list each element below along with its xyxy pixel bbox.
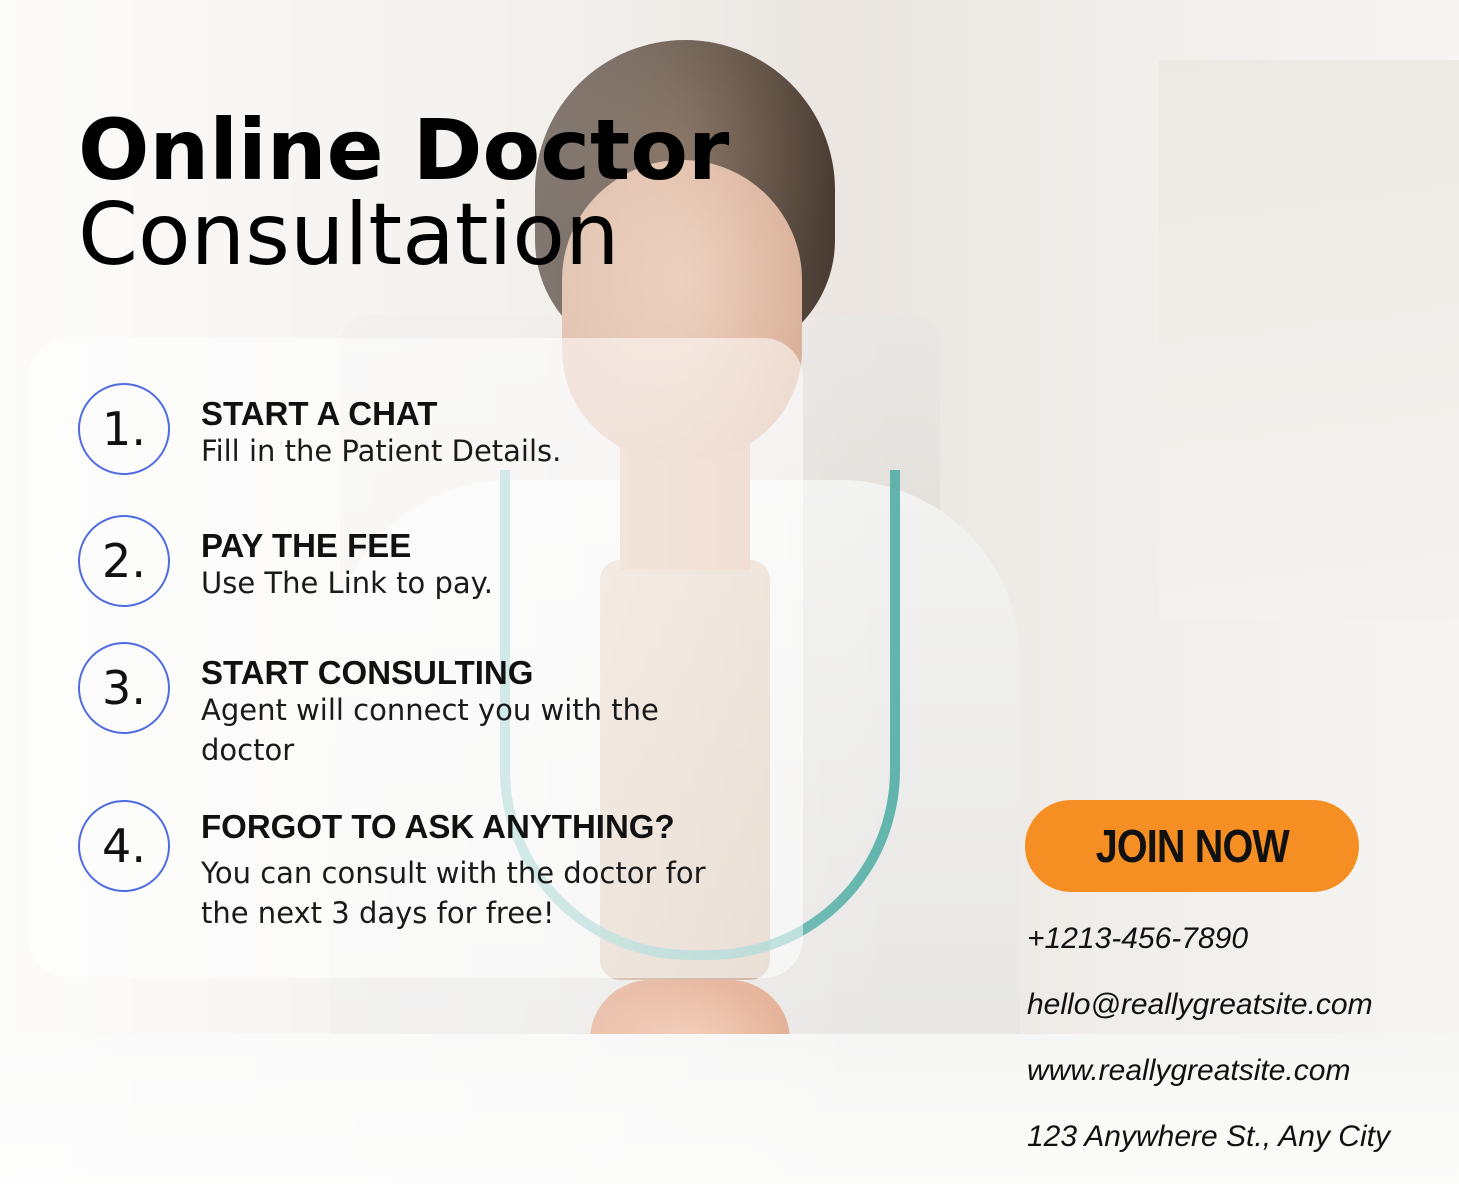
step-heading: START CONSULTING (201, 654, 534, 691)
contact-address: 123 Anywhere St., Any City (1027, 1120, 1390, 1153)
step-number-circle: 1. (78, 383, 170, 475)
step-description: You can consult with the doctor for the … (201, 856, 706, 930)
title-line-1: Online Doctor (78, 101, 730, 199)
join-now-label: JOIN NOW (1095, 820, 1289, 872)
poster: Online Doctor Consultation 1. START A CH… (0, 0, 1459, 1184)
title-line-2: Consultation (78, 185, 620, 285)
contact-phone[interactable]: +1213-456-7890 (1027, 922, 1248, 956)
contact-email[interactable]: hello@reallygreatsite.com (1027, 988, 1373, 1022)
step-description: Fill in the Patient Details. (201, 434, 562, 468)
step-description: Use The Link to pay. (201, 566, 493, 600)
step-heading: START A CHAT (201, 395, 438, 432)
background-shelf (1159, 60, 1459, 620)
step-heading: PAY THE FEE (201, 527, 412, 564)
step-number-circle: 2. (78, 515, 170, 607)
join-now-button[interactable]: JOIN NOW (1025, 800, 1359, 892)
step-number-circle: 3. (78, 642, 170, 734)
step-heading: FORGOT TO ASK ANYTHING? (201, 808, 675, 845)
step-number-circle: 4. (78, 800, 170, 892)
page-title: Online Doctor Consultation (78, 108, 729, 278)
step-description: Agent will connect you with the doctor (201, 693, 659, 767)
contact-website[interactable]: www.reallygreatsite.com (1027, 1054, 1350, 1088)
